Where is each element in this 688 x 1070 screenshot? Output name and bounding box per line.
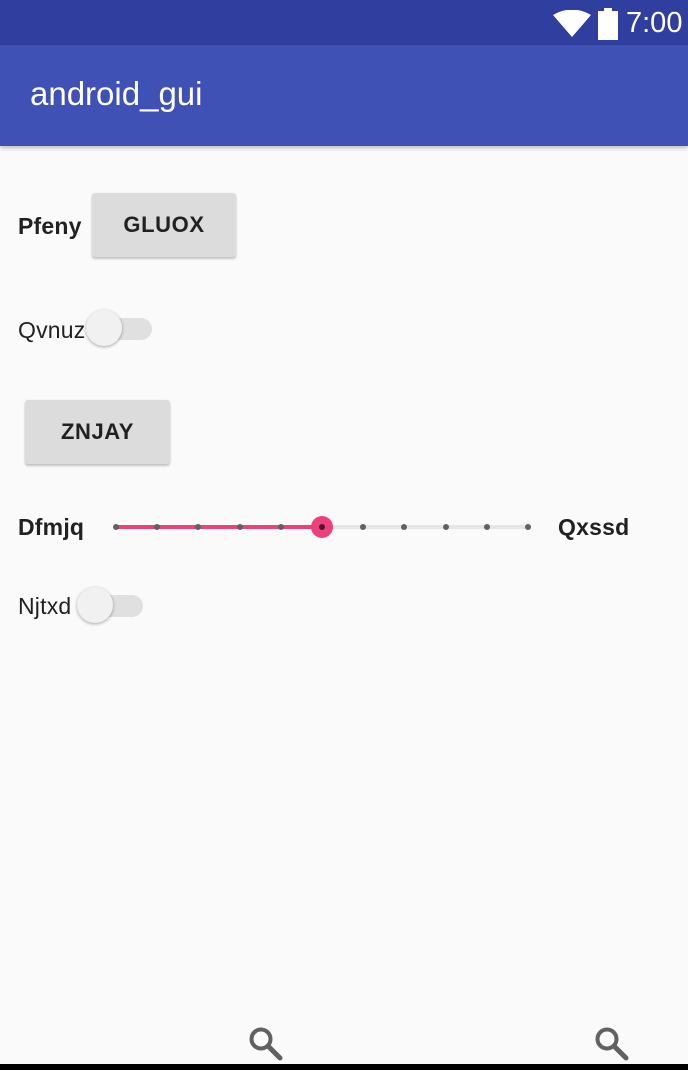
slider-tick bbox=[278, 524, 284, 530]
slider-tick bbox=[443, 524, 449, 530]
slider-tick bbox=[360, 524, 366, 530]
discrete-seekbar[interactable] bbox=[106, 512, 538, 542]
app-bar: android_gui bbox=[0, 45, 688, 146]
battery-icon bbox=[598, 8, 618, 40]
njtxd-label: Njtxd bbox=[18, 593, 72, 619]
slider-handle-dot bbox=[319, 524, 325, 530]
njtxd-switch[interactable] bbox=[77, 585, 145, 625]
slider-tick bbox=[401, 524, 407, 530]
wifi-icon bbox=[553, 10, 591, 37]
qvnuz-switch[interactable] bbox=[86, 308, 154, 348]
search-icon[interactable] bbox=[594, 1026, 630, 1062]
status-time: 7:00 bbox=[626, 7, 683, 39]
slider-tick bbox=[195, 524, 201, 530]
pfeny-label: Pfeny bbox=[18, 213, 82, 239]
status-bar: 7:00 bbox=[0, 0, 688, 45]
main-content: Pfeny GLUOX Qvnuz ZNJAY Dfmjq Qxssd Njtx… bbox=[0, 146, 688, 1016]
slider-tick bbox=[484, 524, 490, 530]
switch-thumb bbox=[77, 587, 113, 623]
switch-thumb bbox=[86, 310, 122, 346]
slider-tick bbox=[525, 524, 531, 530]
qvnuz-label: Qvnuz bbox=[18, 317, 86, 343]
slider-fill bbox=[116, 525, 322, 529]
gluox-button[interactable]: GLUOX bbox=[92, 193, 236, 257]
dfmjq-label: Dfmjq bbox=[18, 514, 85, 540]
slider-tick bbox=[237, 524, 243, 530]
slider-tick bbox=[113, 524, 119, 530]
search-icon[interactable] bbox=[248, 1026, 284, 1062]
slider-tick bbox=[154, 524, 160, 530]
bottom-edge bbox=[0, 1064, 688, 1070]
qxssd-label: Qxssd bbox=[558, 514, 630, 540]
app-title: android_gui bbox=[30, 75, 203, 112]
znjay-button[interactable]: ZNJAY bbox=[25, 400, 170, 464]
